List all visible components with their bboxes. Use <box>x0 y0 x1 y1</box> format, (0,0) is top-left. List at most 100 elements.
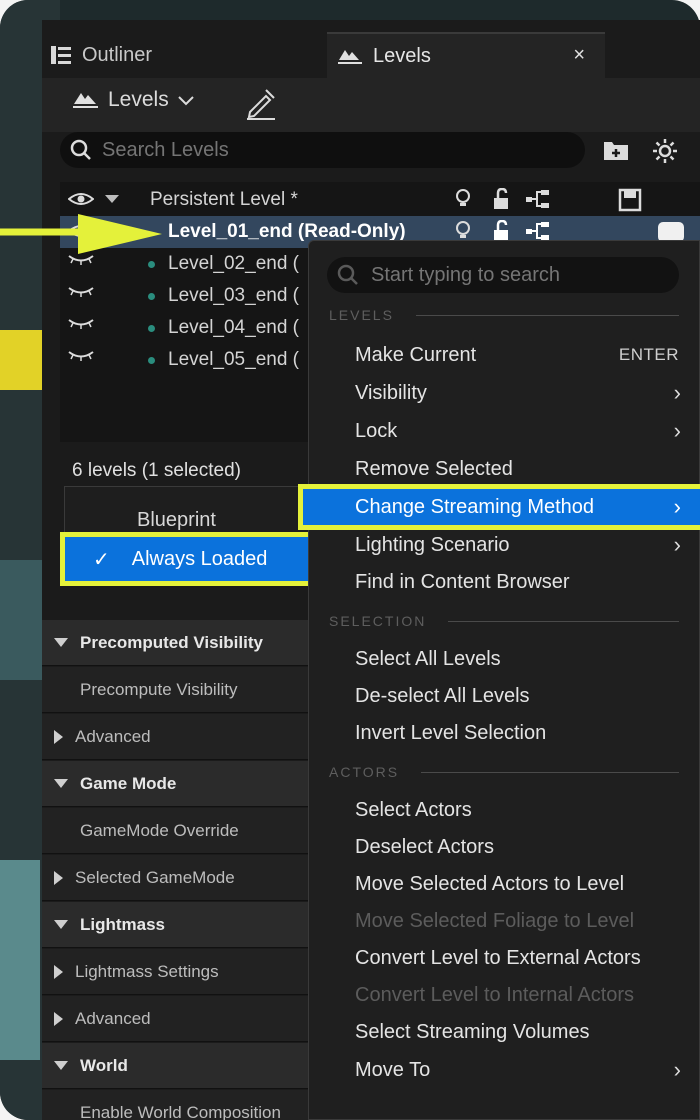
menu-item-label: Select Streaming Volumes <box>355 1020 590 1043</box>
context-menu: LEVELS Make Current ENTER Visibility › Loc… <box>298 240 700 1120</box>
edit-levels-icon[interactable] <box>244 86 278 120</box>
heading-label: LEVELS <box>329 307 394 323</box>
levels-icon <box>73 93 98 108</box>
levels-icon <box>338 50 362 64</box>
menu-item-label: Convert Level to External Actors <box>355 946 641 969</box>
level-count: 6 levels (1 selected) <box>72 460 241 481</box>
level-status-dot <box>148 325 155 332</box>
menu-item-select-actors[interactable]: Select Actors <box>309 792 700 828</box>
tab-outliner-label: Outliner <box>82 43 153 66</box>
menu-item-label: Move Selected Foliage to Level <box>355 909 635 932</box>
shortcut-label: ENTER <box>618 345 679 364</box>
menu-item-move-to[interactable]: Move To › <box>309 1052 700 1088</box>
menu-item-make-current[interactable]: Make Current ENTER <box>309 337 700 373</box>
menu-item-blueprint[interactable]: Blueprint <box>137 509 216 532</box>
save-icon[interactable] <box>618 188 644 212</box>
levels-dropdown[interactable]: Levels <box>72 88 203 112</box>
close-icon[interactable]: × <box>573 44 585 67</box>
menu-item-label: Move To <box>355 1058 431 1081</box>
menu-item-label: Lighting Scenario <box>355 533 510 556</box>
section-label: Precomputed Visibility <box>80 632 263 652</box>
menu-item-label: Visibility <box>355 381 427 404</box>
search-icon <box>70 139 91 160</box>
level-status-dot <box>148 261 155 268</box>
menu-item-label: Move Selected Actors to Level <box>355 872 625 895</box>
menu-item-deselect-actors[interactable]: Deselect Actors <box>309 829 700 865</box>
section-label: Lightmass <box>80 914 166 934</box>
unlock-icon[interactable] <box>492 188 512 210</box>
add-folder-icon[interactable] <box>602 138 630 162</box>
menu-item-invert-level-selection[interactable]: Invert Level Selection <box>309 715 700 751</box>
context-search-input[interactable] <box>371 263 671 287</box>
divider <box>448 620 679 622</box>
levels-dropdown-label: Levels <box>108 88 169 111</box>
eye-icon[interactable] <box>68 189 94 209</box>
group-label: Advanced <box>75 726 151 746</box>
menu-item-label: Invert Level Selection <box>355 721 547 744</box>
heading-label: SELECTION <box>329 613 427 629</box>
search-icon <box>337 264 358 285</box>
menu-item-move-selected-actors[interactable]: Move Selected Actors to Level <box>309 866 700 902</box>
menu-item-convert-external[interactable]: Convert Level to External Actors <box>309 940 700 976</box>
color-swatch[interactable] <box>658 222 684 242</box>
hierarchy-icon[interactable] <box>525 188 553 210</box>
menu-item-label: Change Streaming Method <box>355 495 595 518</box>
tab-levels[interactable]: Levels × <box>327 32 605 78</box>
unlock-icon[interactable] <box>492 220 512 242</box>
eye-closed-icon[interactable] <box>68 317 94 331</box>
callout-arrow <box>0 214 162 254</box>
eye-closed-icon[interactable] <box>68 349 94 363</box>
chevron-right-icon: › <box>673 380 681 405</box>
levels-toolbar: Levels <box>42 78 700 132</box>
expand-icon <box>54 1061 68 1070</box>
expand-icon <box>54 779 68 788</box>
menu-item-convert-internal: Convert Level to Internal Actors <box>309 977 700 1013</box>
menu-item-select-all-levels[interactable]: Select All Levels <box>309 641 700 677</box>
chevron-right-icon: › <box>673 494 681 519</box>
group-label: Lightmass Settings <box>75 961 219 981</box>
chevron-down-icon[interactable] <box>104 194 120 204</box>
chevron-right-icon: › <box>673 532 681 557</box>
menu-item-label: Deselect Actors <box>355 835 494 858</box>
hierarchy-icon[interactable] <box>525 220 553 242</box>
eye-closed-icon[interactable] <box>68 285 94 299</box>
group-label: Selected GameMode <box>75 867 235 887</box>
level-name: Level_03_end ( <box>168 285 299 306</box>
tab-outliner[interactable]: Outliner <box>50 32 320 78</box>
outliner-icon <box>51 46 71 64</box>
heading-actors: ACTORS <box>329 764 679 780</box>
level-name: Level_04_end ( <box>168 317 299 338</box>
chevron-right-icon: › <box>673 418 681 443</box>
menu-item-label: De-select All Levels <box>355 684 530 707</box>
heading-label: ACTORS <box>329 764 400 780</box>
gear-icon[interactable] <box>652 138 678 164</box>
group-label: Advanced <box>75 1008 151 1028</box>
collapse-icon <box>54 1011 63 1026</box>
property-label: Enable World Composition <box>80 1102 281 1120</box>
level-name: Level_02_end ( <box>168 253 299 274</box>
context-search-bar <box>327 257 679 293</box>
section-label: Game Mode <box>80 773 177 793</box>
expand-icon <box>54 920 68 929</box>
menu-item-move-selected-foliage: Move Selected Foliage to Level <box>309 903 700 939</box>
heading-selection: SELECTION <box>329 613 679 629</box>
divider <box>415 314 679 316</box>
menu-item-lighting-scenario[interactable]: Lighting Scenario › <box>309 527 700 563</box>
streaming-method-submenu: Blueprint ✓ Always Loaded <box>60 486 317 586</box>
menu-item-deselect-all-levels[interactable]: De-select All Levels <box>309 678 700 714</box>
menu-item-lock[interactable]: Lock › <box>309 413 700 449</box>
lightbulb-icon[interactable] <box>455 188 471 212</box>
search-levels-input[interactable] <box>102 138 542 162</box>
menu-item-find-in-content-browser[interactable]: Find in Content Browser <box>309 564 700 600</box>
menu-item-label: Find in Content Browser <box>355 570 570 593</box>
heading-levels: LEVELS <box>329 307 679 323</box>
menu-item-label: Make Current <box>355 343 477 366</box>
menu-item-change-streaming-method[interactable]: Change Streaming Method › <box>298 484 700 530</box>
menu-item-select-streaming-volumes[interactable]: Select Streaming Volumes <box>309 1014 700 1050</box>
menu-item-remove-selected[interactable]: Remove Selected <box>309 451 700 487</box>
property-label: GameMode Override <box>80 820 239 840</box>
menu-item-always-loaded[interactable]: ✓ Always Loaded <box>60 532 317 586</box>
collapse-icon <box>54 870 63 885</box>
chevron-down-icon <box>177 96 194 106</box>
menu-item-visibility[interactable]: Visibility › <box>309 375 700 411</box>
